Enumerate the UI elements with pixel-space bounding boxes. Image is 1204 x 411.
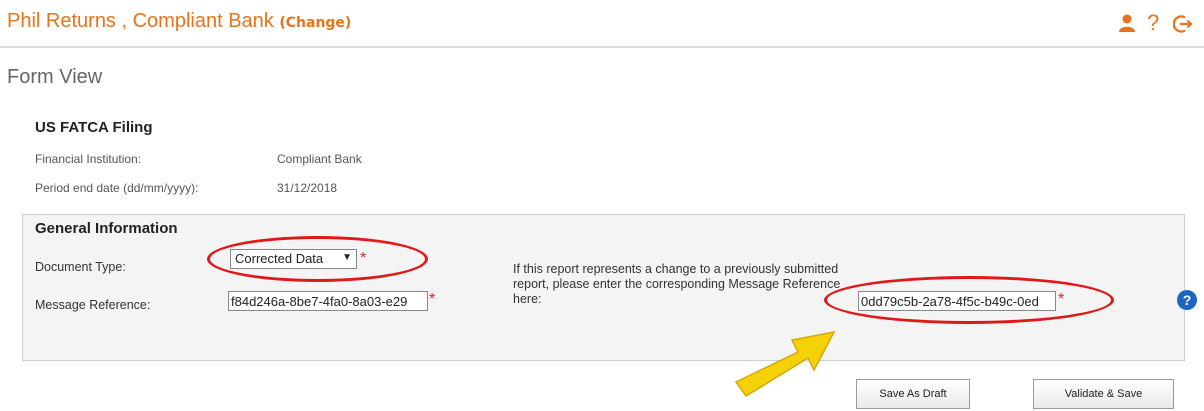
save-draft-button[interactable]: Save As Draft [856, 379, 970, 409]
annotation-oval-corr-ref [824, 276, 1114, 324]
required-marker: * [429, 291, 436, 308]
filing-title: US FATCA Filing [35, 119, 153, 136]
general-info-title: General Information [35, 220, 178, 237]
validate-save-button[interactable]: Validate & Save [1033, 379, 1174, 409]
header-divider [0, 46, 1204, 48]
correction-note: If this report represents a change to a … [513, 262, 841, 306]
logout-icon[interactable] [1172, 14, 1193, 39]
annotation-arrow [734, 330, 836, 398]
fi-label: Financial Institution: [35, 152, 142, 166]
app-title: Phil Returns , Compliant Bank (Change) [7, 10, 351, 33]
annotation-oval-doc-type [207, 236, 428, 282]
help-circle-icon[interactable]: ? [1177, 290, 1197, 310]
user-icon[interactable] [1117, 13, 1137, 38]
doc-type-label: Document Type: [35, 260, 126, 274]
help-icon[interactable]: ? [1147, 10, 1159, 36]
period-value: 31/12/2018 [277, 181, 338, 195]
change-link[interactable]: (Change) [279, 15, 351, 31]
msg-ref-input[interactable] [228, 291, 428, 311]
msg-ref-label: Message Reference: [35, 298, 151, 312]
app-title-text: Phil Returns , Compliant Bank [7, 10, 280, 32]
page-title: Form View [7, 66, 103, 88]
fi-value: Compliant Bank [277, 152, 362, 166]
period-label: Period end date (dd/mm/yyyy): [35, 181, 199, 195]
